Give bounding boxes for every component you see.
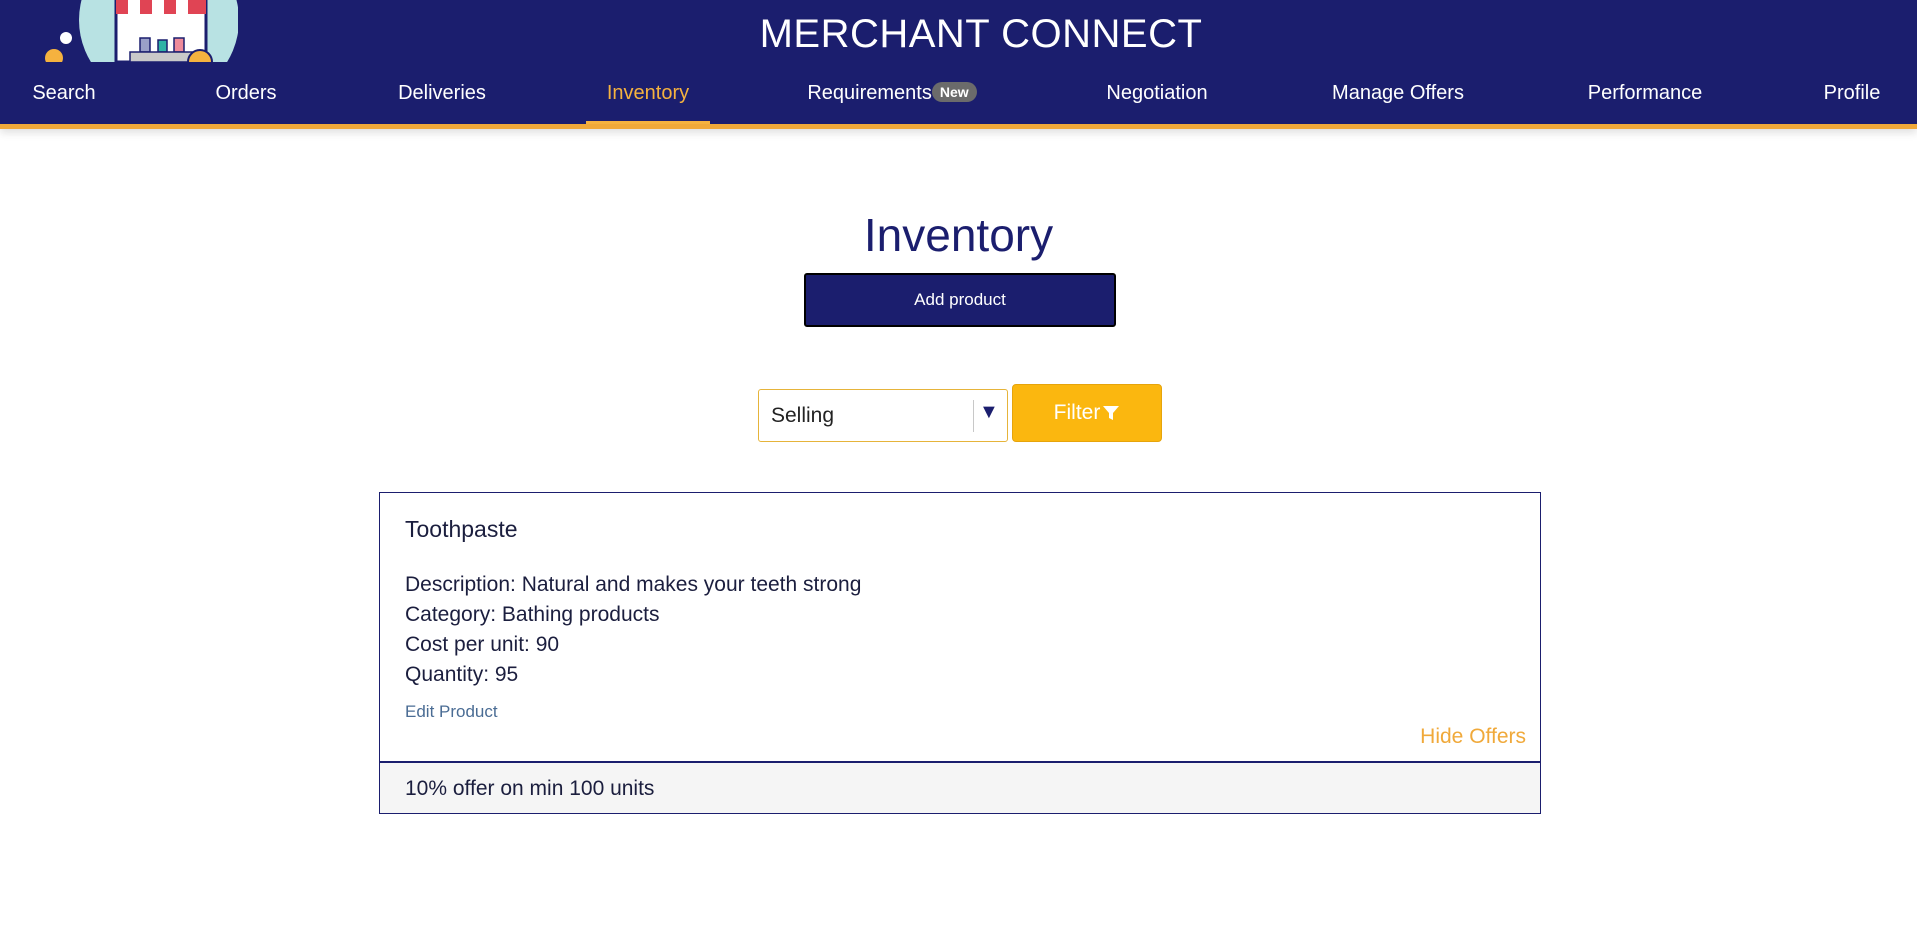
app-title: MERCHANT CONNECT <box>759 12 1203 56</box>
new-badge: New <box>931 82 977 102</box>
top-bar: MERCHANT CONNECT Search Orders Deliverie… <box>0 0 1917 129</box>
select-separator <box>973 400 974 432</box>
main-nav: Search Orders Deliveries Inventory Requi… <box>0 74 1917 124</box>
nav-profile[interactable]: Profile <box>1808 74 1896 124</box>
nav-manage-offers[interactable]: Manage Offers <box>1316 74 1480 124</box>
filter-button-label: Filter <box>1053 401 1101 424</box>
nav-orders[interactable]: Orders <box>196 74 296 124</box>
nav-search[interactable]: Search <box>12 74 116 124</box>
nav-requirements[interactable]: Requirements New <box>790 74 994 124</box>
add-product-button[interactable]: Add product <box>804 273 1116 327</box>
funnel-icon <box>1103 406 1120 420</box>
nav-deliveries[interactable]: Deliveries <box>384 74 500 124</box>
product-quantity: Quantity: 95 <box>405 663 519 686</box>
product-name: Toothpaste <box>405 516 518 542</box>
offer-row: 10% offer on min 100 units <box>380 763 1540 813</box>
product-description: Description: Natural and makes your teet… <box>405 573 862 596</box>
page-title: Inventory <box>863 209 1054 261</box>
product-cost: Cost per unit: 90 <box>405 633 560 656</box>
product-category: Category: Bathing products <box>405 603 660 626</box>
filter-button[interactable]: Filter <box>1012 384 1162 442</box>
nav-inventory[interactable]: Inventory <box>586 74 710 124</box>
offer-text: 10% offer on min 100 units <box>405 777 655 800</box>
edit-product-link[interactable]: Edit Product <box>405 702 498 722</box>
product-card: Toothpaste Description: Natural and make… <box>379 492 1541 814</box>
select-value: Selling <box>771 404 835 427</box>
hide-offers-link[interactable]: Hide Offers <box>1420 725 1526 749</box>
nav-performance[interactable]: Performance <box>1574 74 1716 124</box>
product-card-body: Toothpaste Description: Natural and make… <box>380 493 1540 763</box>
inventory-type-select[interactable]: Selling ▼ <box>758 389 1008 442</box>
dropdown-arrow-icon: ▼ <box>979 401 999 423</box>
nav-negotiation[interactable]: Negotiation <box>1092 74 1222 124</box>
